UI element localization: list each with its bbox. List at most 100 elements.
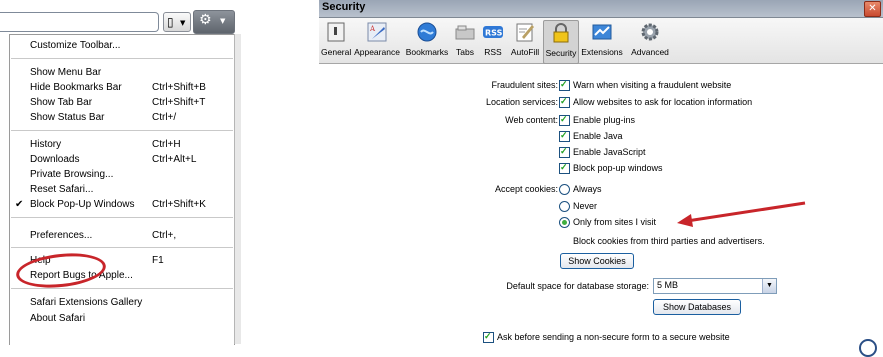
gear-icon: ⚙: [199, 12, 212, 28]
fraudulent-warning-checkbox[interactable]: [559, 79, 570, 91]
menu-item-shortcut: F1: [152, 255, 164, 266]
menu-item-shortcut: Ctrl+H: [152, 139, 181, 150]
svg-text:RSS: RSS: [485, 29, 503, 38]
gear-icon: [641, 23, 659, 41]
menu-separator: [11, 130, 233, 131]
tab-tabs[interactable]: Tabs: [452, 20, 478, 62]
menu-item-about-safari[interactable]: About Safari: [10, 312, 234, 326]
fraudulent-warning-text: Warn when visiting a fraudulent website: [573, 80, 732, 90]
enable-java-text: Enable Java: [573, 131, 623, 141]
nonsecure-form-text: Ask before sending a non-secure form to …: [497, 332, 730, 342]
bookmarks-icon: [417, 22, 437, 42]
menu-item-label: Show Status Bar: [30, 112, 105, 123]
tab-bookmarks[interactable]: Bookmarks: [403, 20, 451, 62]
preferences-toolbar: General A Appearance Bookmarks Tabs RSS …: [319, 18, 883, 64]
accept-cookies-label: Accept cookies:: [494, 184, 558, 194]
safari-window-left: ▯ ▼ ⚙ ▼ Customize Toolbar... Show Menu B…: [0, 0, 241, 351]
page-menu-button[interactable]: ▯ ▼: [163, 12, 191, 32]
menu-item-label: Preferences...: [30, 230, 93, 241]
tab-autofill[interactable]: AutoFill: [508, 20, 542, 62]
tab-label: General: [321, 47, 352, 57]
menu-item-extensions-gallery[interactable]: Safari Extensions Gallery: [10, 296, 234, 310]
menu-item-shortcut: Ctrl+,: [152, 230, 177, 241]
tab-label: Tabs: [456, 47, 474, 57]
menu-item-label: History: [30, 139, 62, 150]
tab-security[interactable]: Security: [543, 20, 579, 64]
menu-separator: [11, 58, 233, 59]
location-services-checkbox[interactable]: [559, 96, 570, 108]
menu-item-shortcut: Ctrl+Shift+B: [152, 82, 206, 93]
block-popups-checkbox[interactable]: [559, 162, 570, 174]
cookies-never-radio[interactable]: [559, 201, 570, 212]
gear-menu-button[interactable]: ⚙ ▼: [193, 10, 235, 34]
show-databases-button[interactable]: Show Databases: [653, 299, 741, 315]
chevron-down-icon: ▼: [180, 19, 186, 27]
enable-javascript-checkbox[interactable]: [559, 146, 570, 158]
menu-item-private-browsing[interactable]: Private Browsing...: [10, 168, 234, 182]
help-icon[interactable]: [859, 339, 877, 357]
chevron-down-icon: ▼: [762, 279, 776, 293]
menu-item-block-popups[interactable]: ✔ Block Pop-Up Windows Ctrl+Shift+K: [10, 198, 234, 212]
cookies-never-text: Never: [573, 201, 598, 211]
tab-appearance[interactable]: A Appearance: [352, 20, 402, 62]
gear-dropdown-menu: Customize Toolbar... Show Menu Bar Hide …: [9, 34, 235, 345]
nonsecure-form-checkbox[interactable]: [483, 331, 494, 343]
database-storage-select[interactable]: 5 MB ▼: [653, 278, 777, 294]
menu-item-show-status-bar[interactable]: Show Status Bar Ctrl+/: [10, 111, 234, 125]
tab-advanced[interactable]: Advanced: [626, 20, 674, 62]
menu-item-label: Private Browsing...: [30, 169, 114, 180]
appearance-icon: A: [367, 22, 387, 42]
database-storage-label: Default space for database storage:: [506, 281, 649, 291]
tab-extensions[interactable]: Extensions: [579, 20, 625, 62]
enable-plugins-checkbox[interactable]: [559, 114, 570, 126]
menu-item-show-tab-bar[interactable]: Show Tab Bar Ctrl+Shift+T: [10, 96, 234, 110]
menu-item-shortcut: Ctrl+/: [152, 112, 177, 123]
tab-general[interactable]: General: [321, 20, 351, 62]
menu-separator: [11, 217, 233, 218]
tabs-icon: [455, 25, 475, 40]
menu-item-label: Safari Extensions Gallery: [30, 297, 143, 308]
window-title: Security: [322, 1, 366, 13]
annotation-arrow: [677, 201, 806, 227]
location-services-label: Location services:: [485, 97, 558, 107]
close-button[interactable]: ✕: [864, 1, 881, 17]
fraudulent-sites-label: Fraudulent sites:: [491, 80, 558, 90]
cookies-only-visited-radio[interactable]: [559, 217, 570, 228]
menu-item-label: Hide Bookmarks Bar: [30, 82, 122, 93]
cookies-only-visited-text: Only from sites I visit: [573, 217, 657, 227]
menu-item-shortcut: Ctrl+Alt+L: [152, 154, 197, 165]
page-menu-icon: ▯: [167, 15, 174, 29]
tab-rss[interactable]: RSS RSS: [479, 20, 507, 62]
svg-text:A: A: [369, 25, 376, 33]
database-storage-value: 5 MB: [657, 280, 679, 290]
menu-item-customize-toolbar[interactable]: Customize Toolbar...: [10, 39, 234, 53]
menu-item-label: Show Menu Bar: [30, 67, 102, 78]
menu-item-history[interactable]: History Ctrl+H: [10, 138, 234, 152]
menu-item-label: Block Pop-Up Windows: [30, 199, 135, 210]
autofill-icon: [516, 23, 534, 42]
menu-item-downloads[interactable]: Downloads Ctrl+Alt+L: [10, 153, 234, 167]
menu-item-preferences[interactable]: Preferences... Ctrl+,: [10, 229, 234, 243]
extensions-icon: [592, 24, 612, 40]
enable-java-checkbox[interactable]: [559, 130, 570, 142]
tab-label: AutoFill: [510, 47, 540, 57]
cookies-always-radio[interactable]: [559, 184, 570, 195]
tab-label: Bookmarks: [405, 47, 449, 57]
enable-plugins-text: Enable plug-ins: [573, 115, 636, 125]
tab-label: Extensions: [581, 47, 623, 57]
close-icon: ✕: [868, 3, 877, 14]
enable-javascript-text: Enable JavaScript: [573, 147, 646, 157]
cookies-always-text: Always: [573, 184, 602, 194]
menu-item-show-menu-bar[interactable]: Show Menu Bar: [10, 66, 234, 80]
menu-item-hide-bookmarks-bar[interactable]: Hide Bookmarks Bar Ctrl+Shift+B: [10, 81, 234, 95]
menu-separator: [11, 247, 233, 248]
cookies-note: Block cookies from third parties and adv…: [573, 236, 765, 246]
address-bar[interactable]: [0, 12, 159, 32]
checkmark-icon: ✔: [15, 199, 24, 210]
menu-item-reset-safari[interactable]: Reset Safari...: [10, 183, 234, 197]
rss-icon: RSS: [483, 26, 503, 38]
menu-item-shortcut: Ctrl+Shift+K: [152, 199, 206, 210]
tab-label: Security: [545, 48, 577, 58]
show-cookies-button[interactable]: Show Cookies: [560, 253, 634, 269]
menu-item-shortcut: Ctrl+Shift+T: [152, 97, 206, 108]
